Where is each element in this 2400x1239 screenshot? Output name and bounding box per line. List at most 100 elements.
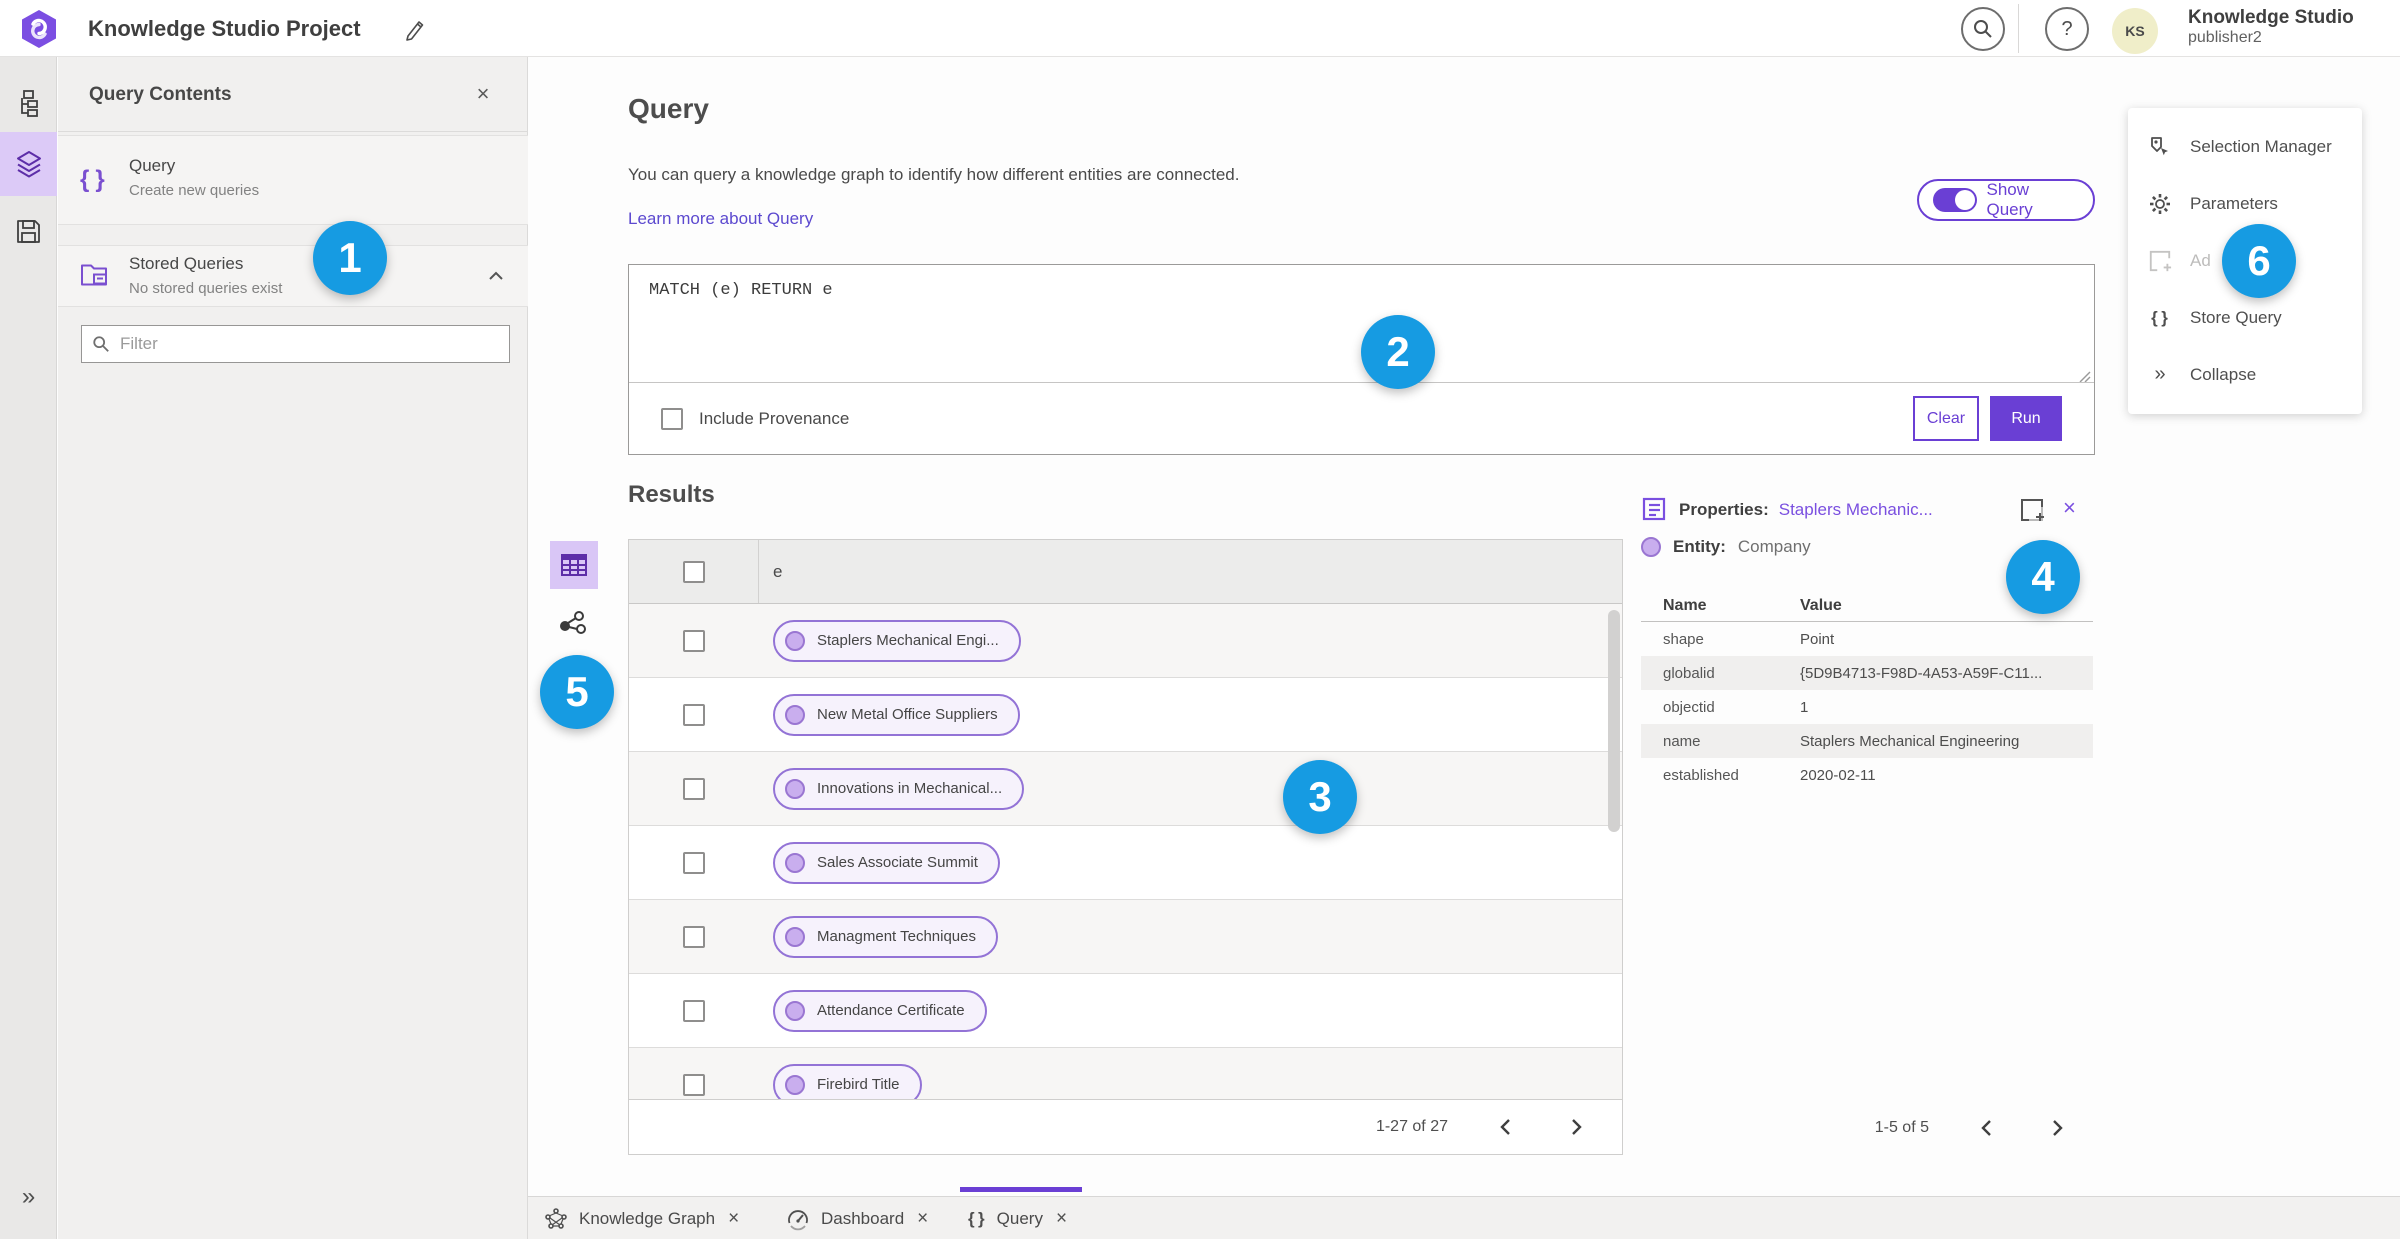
top-bar: Knowledge Studio Project ? KS Knowledge … — [0, 0, 2400, 57]
menu-item-collapse[interactable]: » Collapse — [2128, 346, 2362, 403]
tab-knowledge-graph[interactable]: Knowledge Graph × — [544, 1197, 741, 1239]
row-checkbox[interactable] — [683, 851, 705, 874]
resize-handle[interactable] — [2077, 369, 2091, 383]
select-all-checkbox[interactable] — [682, 560, 705, 583]
row-checkbox[interactable] — [683, 925, 705, 948]
results-prev-page-button[interactable] — [1490, 1112, 1520, 1142]
table-row: Staplers Mechanical Engi... — [629, 604, 1622, 678]
results-scrollbar[interactable] — [1608, 610, 1620, 832]
menu-item-parameters[interactable]: Parameters — [2128, 175, 2362, 232]
table-row: Managment Techniques — [629, 900, 1622, 974]
view-tab-bar: Knowledge Graph × Dashboard × { } Query … — [528, 1187, 2400, 1239]
tab-dashboard[interactable]: Dashboard × — [786, 1197, 930, 1239]
chevron-right-icon — [1572, 1119, 1582, 1135]
row-checkbox[interactable] — [683, 777, 705, 800]
add-to-new-button[interactable] — [2019, 497, 2045, 528]
entity-dot-icon — [785, 630, 805, 651]
callout-badge-4: 4 — [2006, 540, 2080, 614]
results-table-header: e — [629, 540, 1622, 604]
entity-type: Company — [1737, 537, 1811, 556]
dashboard-gauge-icon — [788, 1209, 808, 1230]
stored-queries-description: No stored queries exist — [129, 280, 283, 297]
sidebar-item-query[interactable]: { } Query Create new queries — [58, 135, 528, 225]
table-row: New Metal Office Suppliers — [629, 678, 1622, 752]
property-row: objectid 1 — [1641, 690, 2093, 724]
table-view-toggle[interactable] — [550, 541, 598, 589]
knowledge-studio-logo-icon — [22, 10, 56, 48]
entity-chip[interactable]: Firebird Title — [773, 1063, 922, 1101]
run-button[interactable]: Run — [1990, 396, 2062, 441]
close-icon[interactable]: × — [726, 1208, 741, 1230]
include-provenance-checkbox[interactable] — [661, 407, 683, 430]
layers-icon — [16, 151, 41, 178]
header-divider — [2018, 4, 2019, 53]
entity-dot-icon — [785, 1000, 805, 1021]
properties-icon — [1642, 497, 1666, 521]
org-chart-icon — [20, 90, 38, 117]
filter-input[interactable] — [120, 334, 499, 354]
tab-query-active[interactable]: { } Query × — [968, 1197, 1069, 1239]
entity-chip[interactable]: Sales Associate Summit — [773, 841, 1000, 884]
query-editor-footer: Include Provenance Clear Run — [629, 382, 2094, 454]
entity-chip[interactable]: Staplers Mechanical Engi... — [773, 619, 1021, 662]
edit-pencil-icon[interactable] — [402, 16, 428, 42]
add-to-new-icon — [2021, 499, 2044, 521]
clear-button[interactable]: Clear — [1913, 396, 1979, 441]
menu-item-selection-manager[interactable]: Selection Manager — [2128, 118, 2362, 175]
page-title: Query — [628, 93, 709, 124]
row-checkbox[interactable] — [683, 629, 705, 652]
results-pagination: 1-27 of 27 — [629, 1099, 1622, 1154]
properties-pagination: 1-5 of 5 — [1641, 1113, 2093, 1143]
entity-chip[interactable]: Managment Techniques — [773, 915, 998, 958]
help-button[interactable]: ? — [2045, 7, 2089, 51]
chevron-right-icon — [2053, 1120, 2063, 1136]
link-chart-view-toggle[interactable] — [558, 609, 592, 643]
sidebar-item-save[interactable] — [0, 202, 57, 260]
header-checkbox-cell — [629, 540, 759, 603]
property-row: shape Point — [1641, 622, 2093, 656]
search-icon — [93, 336, 109, 352]
entity-chip[interactable]: Innovations in Mechanical... — [773, 767, 1025, 810]
user-menu[interactable]: Knowledge Studio publisher2 — [2188, 7, 2354, 47]
sidebar-item-data-model[interactable] — [0, 74, 57, 132]
entity-chip[interactable]: Attendance Certificate — [773, 989, 987, 1032]
results-rows: Staplers Mechanical Engi... New Metal Of… — [629, 604, 1622, 1101]
show-query-toggle[interactable]: Show Query — [1917, 179, 2095, 221]
query-item-description: Create new queries — [129, 182, 260, 199]
close-icon[interactable]: × — [915, 1208, 930, 1230]
row-checkbox[interactable] — [683, 703, 705, 726]
results-next-page-button[interactable] — [1562, 1112, 1592, 1142]
gear-icon — [2147, 192, 2173, 216]
close-icon: × — [476, 81, 490, 106]
avatar[interactable]: KS — [2112, 8, 2158, 54]
add-to-new-icon — [2147, 249, 2173, 273]
sidebar-item-stored-queries[interactable]: Stored Queries No stored queries exist — [58, 245, 528, 307]
entity-chip[interactable]: New Metal Office Suppliers — [773, 693, 1020, 736]
collapse-section-button[interactable] — [488, 268, 504, 286]
query-contents-close-button[interactable]: × — [466, 77, 500, 111]
properties-prev-page-button[interactable] — [1971, 1113, 2001, 1143]
properties-entity-link[interactable]: Staplers Mechanic... — [1779, 500, 1933, 520]
properties-close-button[interactable]: × — [2063, 495, 2076, 521]
close-icon[interactable]: × — [1054, 1208, 1069, 1230]
results-table: e Staplers Mechanical Engi... New Metal … — [628, 539, 1623, 1155]
knowledge-studio-app: Knowledge Studio Project ? KS Knowledge … — [0, 0, 2400, 1239]
row-checkbox[interactable] — [683, 1073, 705, 1096]
properties-next-page-button[interactable] — [2043, 1113, 2073, 1143]
entity-dot-icon — [785, 1074, 805, 1095]
menu-item-store-query[interactable]: { } Store Query — [2128, 289, 2362, 346]
search-icon — [1974, 20, 1992, 38]
query-contents-title: Query Contents — [89, 84, 232, 105]
double-chevron-right-icon: » — [2154, 363, 2166, 385]
entity-dot-icon — [785, 704, 805, 725]
entity-dot-icon — [785, 852, 805, 873]
search-button[interactable] — [1961, 7, 2005, 51]
expand-panel-button[interactable]: » — [0, 1183, 57, 1211]
property-row: established 2020-02-11 — [1641, 758, 2093, 792]
chevron-left-icon — [1981, 1120, 1991, 1136]
sidebar-item-layers-active[interactable] — [0, 132, 57, 196]
learn-more-link[interactable]: Learn more about Query — [628, 209, 813, 229]
row-checkbox[interactable] — [683, 999, 705, 1022]
stored-queries-label: Stored Queries — [129, 254, 244, 273]
query-textarea[interactable]: MATCH (e) RETURN e — [629, 265, 2094, 383]
